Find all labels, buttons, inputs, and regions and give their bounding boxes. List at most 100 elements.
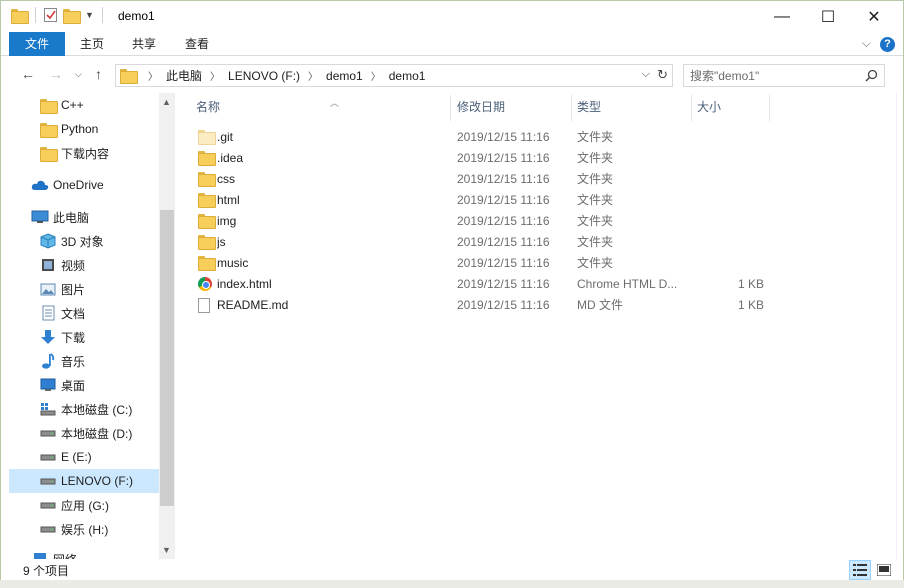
nav-item-drive-f[interactable]: LENOVO (F:) [9, 469, 159, 493]
nav-item-music[interactable]: 音乐 [9, 349, 159, 373]
forward-arrow-icon[interactable]: → [49, 66, 63, 82]
expand-ribbon-chevron-icon[interactable]: ⌵ [862, 36, 871, 51]
nav-item-drive-d[interactable]: 本地磁盘 (D:) [9, 421, 159, 445]
details-view-icon[interactable] [849, 560, 871, 580]
folder-hidden-icon [198, 130, 216, 145]
nav-item-label: 娱乐 (H:) [61, 522, 109, 537]
tab-home[interactable]: 主页 [71, 32, 113, 56]
tab-share[interactable]: 共享 [123, 32, 165, 56]
address-bar[interactable]: 〉 此电脑 〉 LENOVO (F:) 〉 demo1 〉 demo1 ⌵ ↻ [115, 64, 673, 87]
title-bar: ▼ demo1 — ☐ ✕ [1, 1, 903, 32]
file-row[interactable]: html 2019/12/15 11:16 文件夹 [190, 190, 870, 211]
navigation-scrollbar[interactable]: ▲ ▼ [159, 93, 175, 559]
nav-item-drive-g[interactable]: 应用 (G:) [9, 493, 159, 517]
column-header-name[interactable]: 名称 ︿ [190, 93, 450, 121]
nav-item-label: 此电脑 [53, 210, 90, 225]
nav-item-python[interactable]: Python [9, 117, 159, 141]
recent-locations-chevron-icon[interactable]: ⌵ [75, 69, 82, 80]
file-row[interactable]: .git 2019/12/15 11:16 文件夹 [190, 127, 870, 148]
file-row[interactable]: music 2019/12/15 11:16 文件夹 [190, 253, 870, 274]
nav-item-drive-h[interactable]: 娱乐 (H:) [9, 517, 159, 541]
nav-item-label: 桌面 [61, 378, 86, 393]
folder-icon [198, 235, 216, 250]
search-input[interactable] [690, 68, 860, 83]
content-scrollbar[interactable] [896, 93, 903, 559]
download-icon [39, 329, 57, 345]
scroll-down-arrow-icon[interactable]: ▼ [162, 545, 171, 555]
nav-item-this-pc[interactable]: 此电脑 [9, 205, 159, 229]
nav-item-3d-objects[interactable]: 3D 对象 [9, 229, 159, 253]
scroll-up-arrow-icon[interactable]: ▲ [162, 97, 171, 107]
nav-item-downloads[interactable]: 下载 [9, 325, 159, 349]
nav-item-pictures[interactable]: 图片 [9, 277, 159, 301]
nav-item-documents[interactable]: 文档 [9, 301, 159, 325]
file-list: 名称 ︿ 修改日期 类型 大小 .git 2019/12/15 11:16 文件… [176, 93, 903, 559]
breadcrumb-folder[interactable]: demo1 [326, 69, 363, 83]
file-name: music [217, 256, 249, 270]
file-row[interactable]: css 2019/12/15 11:16 文件夹 [190, 169, 870, 190]
new-folder-icon[interactable] [63, 8, 81, 24]
minimize-button[interactable]: — [759, 1, 805, 32]
nav-item-cpp[interactable]: C++ [9, 93, 159, 117]
nav-item-downloads-folder[interactable]: 下载内容 [9, 141, 159, 165]
nav-item-videos[interactable]: 视频 [9, 253, 159, 277]
scrollbar-thumb[interactable] [160, 210, 174, 506]
breadcrumb-separator-icon[interactable]: 〉 [308, 68, 318, 83]
address-history-chevron-icon[interactable]: ⌵ [642, 68, 650, 81]
back-arrow-icon[interactable]: ← [21, 66, 35, 82]
file-type: 文件夹 [577, 151, 614, 165]
properties-checklist-icon[interactable] [44, 8, 57, 22]
file-type: 文件夹 [577, 130, 614, 144]
file-size [700, 127, 764, 148]
file-row[interactable]: index.html 2019/12/15 11:16 Chrome HTML … [190, 274, 870, 295]
file-type: 文件夹 [577, 214, 614, 228]
tab-file[interactable]: 文件 [9, 32, 65, 56]
file-row[interactable]: img 2019/12/15 11:16 文件夹 [190, 211, 870, 232]
breadcrumb-separator-icon[interactable]: 〉 [371, 68, 381, 83]
tab-view[interactable]: 查看 [176, 32, 218, 56]
close-button[interactable]: ✕ [851, 1, 897, 32]
toolbar-divider [101, 7, 103, 23]
refresh-icon[interactable]: ↻ [657, 67, 668, 83]
nav-item-desktop[interactable]: 桌面 [9, 373, 159, 397]
customize-toolbar-dropdown-icon[interactable]: ▼ [85, 10, 94, 20]
drive-icon [39, 497, 57, 513]
file-modified: 2019/12/15 11:16 [457, 172, 550, 186]
navigation-pane: C++ Python 下载内容 OneDrive 此电脑 3D 对象 视频 图片… [1, 93, 175, 559]
nav-item-network[interactable]: 网络 [9, 547, 159, 559]
folder-icon [39, 145, 58, 162]
file-row[interactable]: .idea 2019/12/15 11:16 文件夹 [190, 148, 870, 169]
folder-icon [198, 193, 216, 208]
file-row[interactable]: README.md 2019/12/15 11:16 MD 文件 1 KB [190, 295, 870, 316]
search-icon[interactable] [865, 69, 878, 82]
file-name: js [217, 235, 226, 249]
folder-icon [39, 97, 58, 114]
file-row[interactable]: js 2019/12/15 11:16 文件夹 [190, 232, 870, 253]
nav-item-drive-c[interactable]: 本地磁盘 (C:) [9, 397, 159, 421]
maximize-button[interactable]: ☐ [805, 1, 851, 32]
file-modified: 2019/12/15 11:16 [457, 277, 550, 291]
address-row: ← → ⌵ ↑ 〉 此电脑 〉 LENOVO (F:) 〉 demo1 〉 de… [1, 57, 903, 93]
file-explorer-window: ▼ demo1 — ☐ ✕ 文件 主页 共享 查看 ⌵ ? ← → ⌵ ↑ 〉 … [0, 0, 904, 588]
breadcrumb-separator-icon[interactable]: 〉 [210, 68, 220, 83]
column-header-modified[interactable]: 修改日期 [451, 93, 571, 121]
nav-item-onedrive[interactable]: OneDrive [9, 173, 159, 197]
nav-item-drive-e[interactable]: E (E:) [9, 445, 159, 469]
folder-icon [198, 151, 216, 166]
breadcrumb-current-folder[interactable]: demo1 [389, 69, 426, 83]
video-icon [39, 257, 57, 273]
breadcrumb-separator-icon[interactable]: 〉 [148, 68, 158, 83]
breadcrumb-drive[interactable]: LENOVO (F:) [228, 69, 300, 83]
column-header-size[interactable]: 大小 [691, 93, 769, 121]
column-header-type[interactable]: 类型 [571, 93, 691, 121]
file-name: img [217, 214, 237, 228]
nav-item-label: 本地磁盘 (C:) [61, 402, 133, 417]
up-arrow-icon[interactable]: ↑ [95, 66, 102, 82]
folder-icon [198, 214, 216, 229]
nav-item-label: 视频 [61, 258, 86, 273]
column-divider[interactable] [769, 95, 770, 121]
search-box[interactable] [683, 64, 885, 87]
help-icon[interactable]: ? [880, 37, 895, 52]
large-icons-view-icon[interactable] [873, 560, 895, 580]
breadcrumb-this-pc[interactable]: 此电脑 [166, 67, 202, 84]
